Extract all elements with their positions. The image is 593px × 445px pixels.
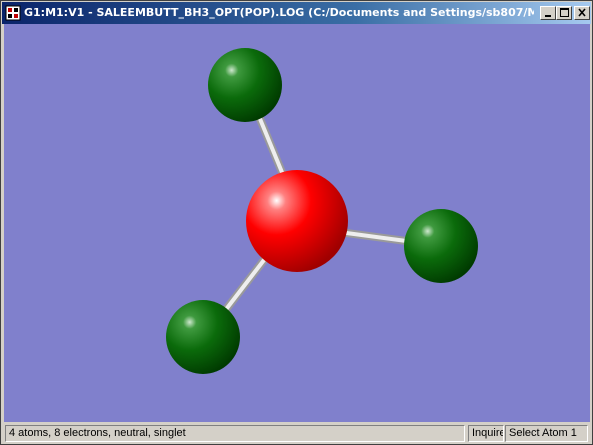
status-action: Select Atom 1	[505, 425, 588, 442]
app-icon[interactable]	[5, 5, 21, 21]
status-info: 4 atoms, 8 electrons, neutral, singlet	[5, 425, 465, 442]
atom-1[interactable]	[246, 170, 348, 272]
atom-3[interactable]	[404, 209, 478, 283]
status-mode: Inquire	[468, 425, 504, 442]
atom-4[interactable]	[166, 300, 240, 374]
molecule-view-window: G1:M1:V1 - SALEEMBUTT_BH3_OPT(POP).LOG (…	[0, 0, 593, 445]
atom-2[interactable]	[208, 48, 282, 122]
window-title: G1:M1:V1 - SALEEMBUTT_BH3_OPT(POP).LOG (…	[24, 6, 534, 19]
status-bar: 4 atoms, 8 electrons, neutral, singlet I…	[3, 424, 590, 444]
molecule-canvas[interactable]	[4, 24, 590, 422]
molecule-render	[166, 48, 478, 374]
maximize-icon	[560, 8, 569, 17]
minimize-button[interactable]	[540, 6, 556, 20]
close-icon	[578, 8, 586, 17]
maximize-button[interactable]	[556, 6, 572, 20]
minimize-icon	[545, 15, 551, 17]
title-bar[interactable]: G1:M1:V1 - SALEEMBUTT_BH3_OPT(POP).LOG (…	[2, 2, 591, 24]
close-button[interactable]	[574, 6, 590, 20]
